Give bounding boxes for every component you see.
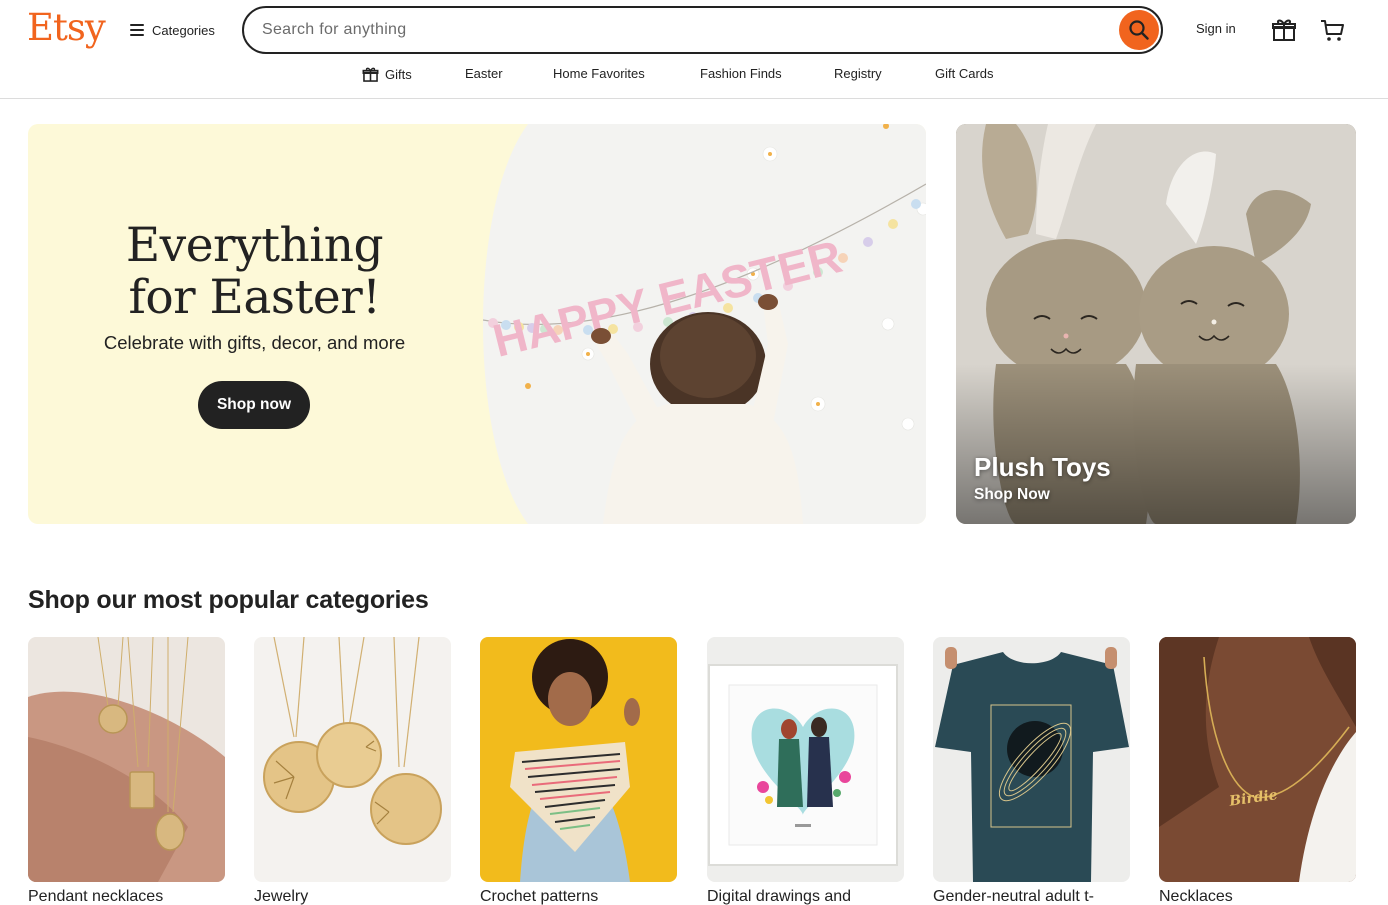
category-image [28,637,225,882]
nav-easter[interactable]: Easter [465,66,503,81]
hero-title-line-1: Everything [125,218,384,273]
category-label[interactable]: Digital drawings and [707,888,907,905]
search-icon [1129,20,1149,40]
category-label[interactable]: Jewelry [254,888,454,905]
category-image [480,637,677,882]
plush-toys-promo[interactable]: Plush Toys Shop Now [956,124,1356,524]
popular-categories-heading: Shop our most popular categories [28,586,429,614]
category-image: Birdie [1159,637,1356,882]
nav-home-favorites[interactable]: Home Favorites [553,66,645,81]
category-label[interactable]: Crochet patterns [480,888,680,905]
cart-icon[interactable] [1319,17,1345,43]
category-image [707,637,904,882]
nav-gifts-label: Gifts [385,67,412,82]
search-input[interactable] [262,17,1082,43]
shop-now-button[interactable]: Shop now [198,381,310,429]
category-card-crochet-patterns[interactable]: Crochet patterns [480,637,677,905]
category-label[interactable]: Pendant necklaces [28,888,228,905]
category-card-gender-neutral-tshirts[interactable]: Gender-neutral adult t- [933,637,1130,905]
site-header: Etsy Categories Sign in [0,0,1388,99]
category-image [933,637,1130,882]
category-card-jewelry[interactable]: Jewelry [254,637,451,905]
hero-title-line-2: for Easter! [128,270,381,325]
categories-label: Categories [152,22,215,38]
gender-neutral-tshirt-photo [933,637,1130,882]
search-bar [242,6,1163,54]
category-card-pendant-necklaces[interactable]: Pendant necklaces [28,637,225,905]
necklaces-photo: Birdie [1159,637,1356,882]
gift-icon[interactable] [1271,18,1297,42]
nav-gift-cards[interactable]: Gift Cards [935,66,994,81]
category-label[interactable]: Gender-neutral adult t- [933,888,1133,905]
nav-fashion-finds[interactable]: Fashion Finds [700,66,782,81]
nav-registry[interactable]: Registry [834,66,882,81]
gift-icon [362,67,379,82]
category-label[interactable]: Necklaces [1159,888,1359,905]
category-card-digital-drawings[interactable]: Digital drawings and [707,637,904,905]
etsy-logo[interactable]: Etsy [27,6,106,49]
sign-in-link[interactable]: Sign in [1196,21,1236,36]
jewelry-photo [254,637,451,882]
categories-button[interactable]: Categories [130,18,215,42]
category-nav: Gifts Easter Home Favorites Fashion Find… [0,66,1388,86]
hero-title: Everything for Easter! [88,220,421,324]
promo-shop-now-link[interactable]: Shop Now [974,486,1050,504]
category-card-necklaces[interactable]: Birdie Necklaces [1159,637,1356,905]
easter-hero-banner[interactable]: HAPPY EASTER Everything for Easter! Cele… [28,124,926,524]
hero-subtitle: Celebrate with gifts, decor, and more [103,332,406,353]
search-button[interactable] [1119,10,1159,50]
nav-gifts[interactable]: Gifts [362,66,412,83]
category-image [254,637,451,882]
pendant-necklaces-photo [28,637,225,882]
digital-drawings-photo [707,637,904,882]
crochet-patterns-photo [480,637,677,882]
menu-icon [130,24,144,36]
promo-title: Plush Toys [974,452,1111,482]
